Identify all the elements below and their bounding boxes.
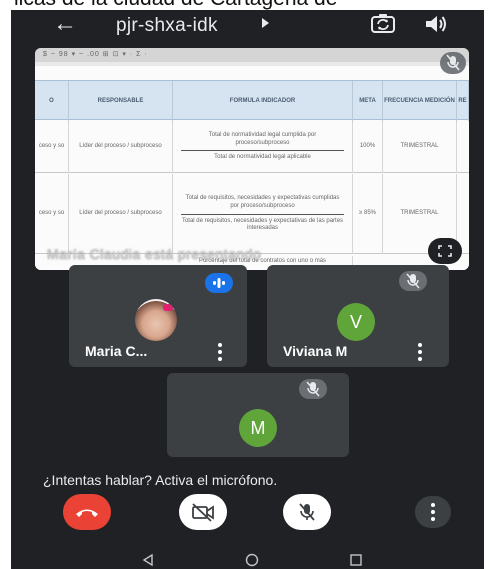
camera-off-icon	[192, 503, 214, 522]
nav-recents-icon[interactable]	[349, 553, 363, 567]
participant-name: Maria C...	[85, 343, 148, 359]
mic-off-icon	[440, 52, 466, 74]
more-vert-icon[interactable]	[417, 343, 423, 361]
table-row: ceso y so Líder del proceso / subproceso…	[35, 121, 469, 173]
table-cell: ceso y so	[35, 174, 69, 254]
shared-spreadsheet: O RESPONSABLE FORMULA INDICADOR META FRE…	[35, 66, 469, 270]
table-cell: 100%	[353, 121, 383, 173]
formula-cell: Total de requisitos, necesidades y expec…	[173, 174, 353, 254]
mic-toggle-button[interactable]	[283, 494, 331, 530]
call-controls	[11, 490, 484, 546]
table-cell: ceso y so	[35, 121, 69, 173]
header-cell: RE	[457, 81, 469, 121]
camera-toggle-button[interactable]	[179, 494, 227, 530]
more-options-button[interactable]	[415, 496, 451, 528]
header-cell: RESPONSABLE	[69, 81, 173, 121]
mic-off-icon	[399, 271, 427, 291]
avatar	[135, 299, 177, 341]
end-call-icon	[76, 509, 98, 517]
avatar-accent	[163, 304, 173, 311]
more-vert-icon	[430, 503, 436, 521]
participant-tile[interactable]: M	[167, 373, 349, 457]
arrow-left-icon[interactable]: ←	[53, 12, 77, 36]
mic-prompt[interactable]: ¿Intentas hablar? Activa el micrófono.	[11, 472, 484, 488]
screen-share-tile[interactable]: $ ~ 98 ▾ ~ .00 ⊞ ⊡ ▾ · Σ · O RESPONSABLE…	[35, 48, 469, 270]
nav-home-icon[interactable]	[245, 553, 259, 567]
table-row: ceso y so Líder del proceso / subproceso…	[35, 174, 469, 254]
sheet-header-row: O RESPONSABLE FORMULA INDICADOR META FRE…	[35, 80, 469, 121]
formula-numerator: Total de requisitos, necesidades y expec…	[181, 195, 344, 215]
caret-right-icon[interactable]	[262, 18, 269, 28]
header-cell: FRECUENCIA MEDICIÓN	[383, 81, 457, 121]
mic-off-icon	[299, 503, 315, 521]
avatar: V	[337, 303, 375, 341]
header-cell: O	[35, 81, 69, 121]
end-call-button[interactable]	[63, 494, 111, 530]
fullscreen-icon[interactable]	[428, 238, 462, 264]
formula-cell: Total de normatividad legal cumplida por…	[173, 121, 353, 173]
meeting-code[interactable]: pjr-shxa-idk	[116, 15, 218, 37]
table-cell: Líder del proceso / subproceso	[69, 121, 173, 173]
audio-level-icon	[205, 273, 233, 293]
table-cell: TRIMESTRAL	[383, 121, 457, 173]
more-vert-icon[interactable]	[217, 343, 223, 361]
avatar: M	[239, 409, 277, 447]
formula-denominator: Total de normatividad legal aplicable	[214, 154, 311, 161]
system-nav-bar	[11, 552, 484, 569]
speaker-icon[interactable]	[424, 13, 448, 35]
header-cell: META	[353, 81, 383, 121]
participant-name: Viviana M	[283, 343, 348, 359]
nav-back-icon[interactable]	[141, 553, 155, 567]
top-bar: ← pjr-shxa-idk	[11, 10, 484, 40]
shared-toolbar: $ ~ 98 ▾ ~ .00 ⊞ ⊡ ▾ · Σ ·	[35, 48, 469, 62]
formula-denominator: Total de requisitos, necesidades y expec…	[181, 217, 344, 232]
mic-off-icon	[299, 379, 327, 399]
table-cell: ≥ 85%	[353, 174, 383, 254]
participant-tile[interactable]: V Viviana M	[267, 265, 449, 367]
header-cell: FORMULA INDICADOR	[173, 81, 353, 121]
switch-camera-icon[interactable]	[370, 12, 396, 36]
meet-screen: ← pjr-shxa-idk $ ~ 98 ▾ ~ .00 ⊞ ⊡ ▾ · Σ …	[11, 10, 484, 569]
table-cell: Líder del proceso / subproceso	[69, 174, 173, 254]
participant-tile[interactable]: Maria C...	[69, 265, 247, 367]
formula-numerator: Total de normatividad legal cumplida por…	[181, 132, 344, 152]
presenting-label: María Claudia está presentando	[47, 246, 262, 262]
shared-toolbar-text: $ ~ 98 ▾ ~ .00 ⊞ ⊡ ▾ · Σ ·	[43, 51, 148, 58]
